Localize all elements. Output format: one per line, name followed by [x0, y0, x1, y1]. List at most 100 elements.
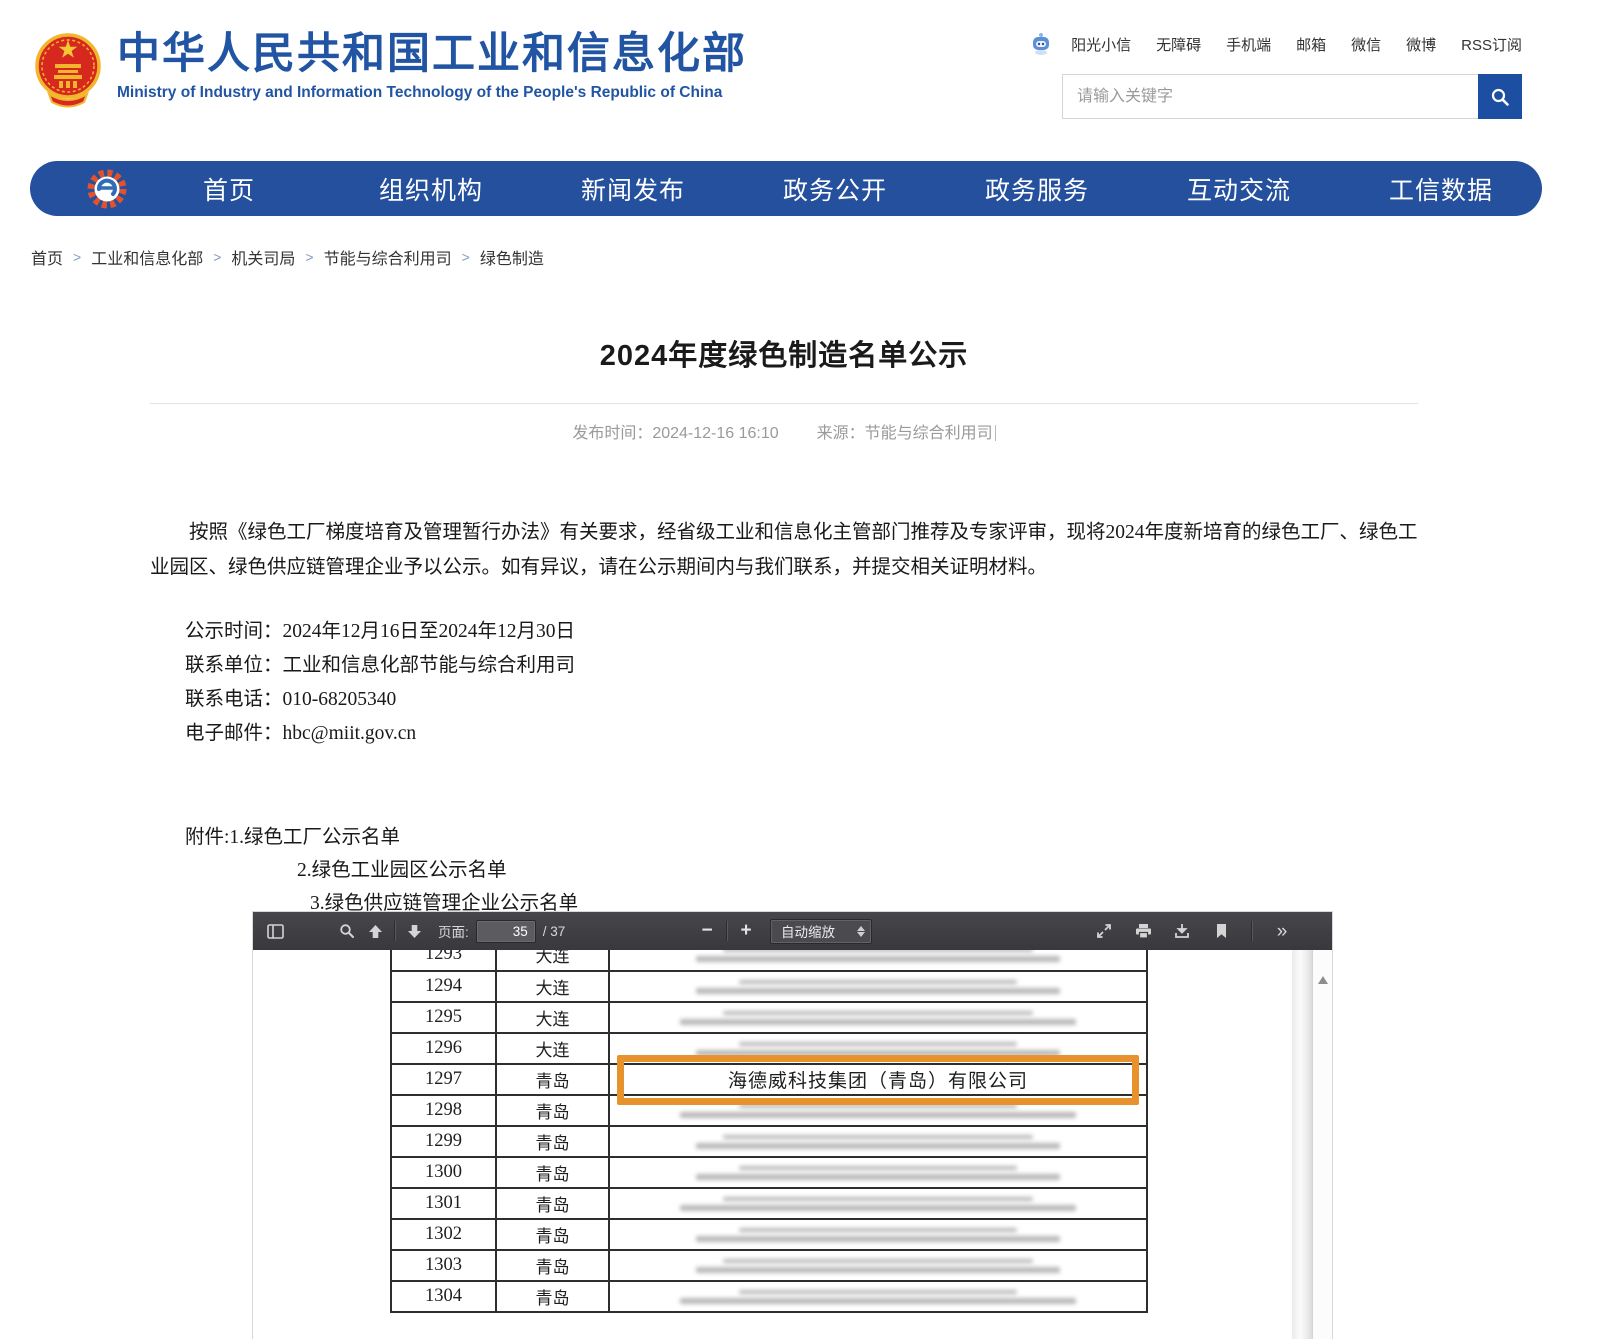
select-caret-icon	[857, 926, 865, 937]
nav-item-首页[interactable]: 首页	[128, 171, 330, 207]
breadcrumb-item-首页[interactable]: 首页	[31, 245, 63, 269]
row-city: 大连	[497, 950, 610, 970]
nav-item-组织机构[interactable]: 组织机构	[330, 171, 532, 207]
national-emblem-icon	[35, 28, 101, 114]
print-button[interactable]	[1129, 918, 1157, 944]
nav-item-工信数据[interactable]: 工信数据	[1340, 171, 1542, 207]
table-row: 1304青岛	[392, 1280, 1146, 1311]
utility-link-邮箱[interactable]: 邮箱	[1296, 34, 1326, 55]
row-city: 青岛	[497, 1158, 610, 1187]
redacted-text-line	[696, 1267, 1060, 1273]
row-number: 1300	[392, 1158, 497, 1187]
article: 2024年度绿色制造名单公示 发布时间：2024-12-16 16:10来源：节…	[150, 332, 1418, 920]
breadcrumb-item-节能与综合利用司[interactable]: 节能与综合利用司	[324, 245, 452, 269]
zoom-out-icon: −	[695, 920, 719, 942]
breadcrumb-separator: >	[305, 249, 313, 265]
search-input[interactable]	[1063, 75, 1478, 118]
utility-link-无障碍[interactable]: 无障碍	[1156, 34, 1201, 55]
nav-item-新闻发布[interactable]: 新闻发布	[532, 171, 734, 207]
pdf-scrollbar[interactable]	[1313, 950, 1332, 1339]
row-company	[610, 1251, 1146, 1280]
row-number: 1302	[392, 1220, 497, 1249]
info-line: 公示时间：2024年12月16日至2024年12月30日	[185, 615, 1418, 649]
site-header: 中华人民共和国工业和信息化部 Ministry of Industry and …	[0, 0, 1600, 160]
attachment-link-3[interactable]: 3.绿色供应链管理企业公示名单	[310, 893, 578, 914]
row-company	[610, 1003, 1146, 1032]
row-number: 1295	[392, 1003, 497, 1032]
redacted-text-line	[723, 1259, 1034, 1263]
redacted-text-line	[680, 1019, 1077, 1025]
row-company	[610, 1158, 1146, 1187]
attachment-link-1[interactable]: 1.绿色工厂公示名单	[229, 827, 400, 848]
utility-links: 阳光小信 无障碍 手机端 邮箱 微信 微博 RSS订阅	[1030, 32, 1522, 56]
redacted-text-line	[739, 1290, 1018, 1294]
row-company	[610, 1127, 1146, 1156]
row-company	[610, 950, 1146, 970]
row-city: 青岛	[497, 1251, 610, 1280]
search-icon	[1490, 87, 1510, 107]
download-button[interactable]	[1168, 918, 1196, 944]
source-value: 节能与综合利用司	[865, 425, 993, 442]
page-up-icon	[368, 924, 383, 939]
table-row: 1302青岛	[392, 1218, 1146, 1249]
source-label: 来源：	[817, 425, 865, 442]
table-row: 1294大连	[392, 970, 1146, 1001]
table-row: 1299青岛	[392, 1125, 1146, 1156]
redacted-text-line	[680, 1205, 1077, 1211]
page-down-button[interactable]	[400, 918, 428, 944]
breadcrumb-item-工业和信息化部[interactable]: 工业和信息化部	[91, 245, 203, 269]
row-number: 1293	[392, 950, 497, 970]
site-search	[1062, 74, 1522, 119]
attachments-label: 附件:	[185, 827, 229, 848]
info-line: 联系电话：010-68205340	[185, 683, 1418, 717]
table-row: 1295大连	[392, 1001, 1146, 1032]
nav-item-政务服务[interactable]: 政务服务	[936, 171, 1138, 207]
row-city: 青岛	[497, 1282, 610, 1311]
toolbar-more-button[interactable]: »	[1268, 918, 1296, 944]
page-label: 页面:	[438, 921, 469, 941]
zoom-out-button[interactable]: −	[693, 918, 721, 944]
page-number-input[interactable]	[476, 920, 536, 943]
article-paragraph: 按照《绿色工厂梯度培育及管理暂行办法》有关要求，经省级工业和信息化主管部门推荐及…	[150, 515, 1418, 585]
redacted-text-line	[696, 1143, 1060, 1149]
breadcrumb-separator: >	[213, 249, 221, 265]
utility-link-微信[interactable]: 微信	[1351, 34, 1381, 55]
page-up-button[interactable]	[361, 918, 389, 944]
title-divider	[150, 403, 1418, 404]
nav-item-互动交流[interactable]: 互动交流	[1138, 171, 1340, 207]
redacted-text-line	[696, 988, 1060, 994]
contact-info: 公示时间：2024年12月16日至2024年12月30日 联系单位：工业和信息化…	[185, 615, 1418, 751]
utility-link-阳光小信[interactable]: 阳光小信	[1071, 34, 1131, 55]
redacted-text-line	[696, 1174, 1060, 1180]
page-edge-shadow	[1292, 950, 1313, 1339]
row-number: 1304	[392, 1282, 497, 1311]
redacted-text-line	[680, 1112, 1077, 1118]
bookmark-button[interactable]	[1207, 918, 1235, 944]
row-city: 大连	[497, 972, 610, 1001]
scroll-up-arrow-icon[interactable]	[1318, 976, 1328, 984]
search-button[interactable]	[1478, 74, 1522, 119]
breadcrumb-item-机关司局[interactable]: 机关司局	[231, 245, 295, 269]
redacted-text-line	[739, 1228, 1018, 1232]
zoom-select[interactable]: 自动缩放	[770, 919, 872, 944]
sidebar-toggle-button[interactable]	[261, 918, 289, 944]
utility-link-微博[interactable]: 微博	[1406, 34, 1436, 55]
presentation-mode-button[interactable]	[1090, 918, 1118, 944]
find-button[interactable]	[333, 918, 361, 944]
redacted-text-line	[723, 1011, 1034, 1015]
zoom-in-button[interactable]: +	[732, 918, 760, 944]
row-number: 1296	[392, 1034, 497, 1063]
utility-link-RSS订阅[interactable]: RSS订阅	[1461, 34, 1522, 55]
utility-link-手机端[interactable]: 手机端	[1226, 34, 1271, 55]
table-row: 1293大连	[392, 950, 1146, 970]
nav-item-政务公开[interactable]: 政务公开	[734, 171, 936, 207]
presentation-mode-icon	[1096, 923, 1112, 939]
redacted-text-line	[723, 1197, 1034, 1201]
pdf-page-area: 1293大连1294大连1295大连1296大连1297青岛海德威科技集团（青岛…	[253, 950, 1332, 1339]
text-caret	[995, 425, 996, 441]
attachment-link-2[interactable]: 2.绿色工业园区公示名单	[297, 860, 507, 881]
row-number: 1299	[392, 1127, 497, 1156]
redacted-text-line	[739, 1166, 1018, 1170]
page-title: 2024年度绿色制造名单公示	[150, 332, 1418, 374]
row-city: 大连	[497, 1034, 610, 1063]
